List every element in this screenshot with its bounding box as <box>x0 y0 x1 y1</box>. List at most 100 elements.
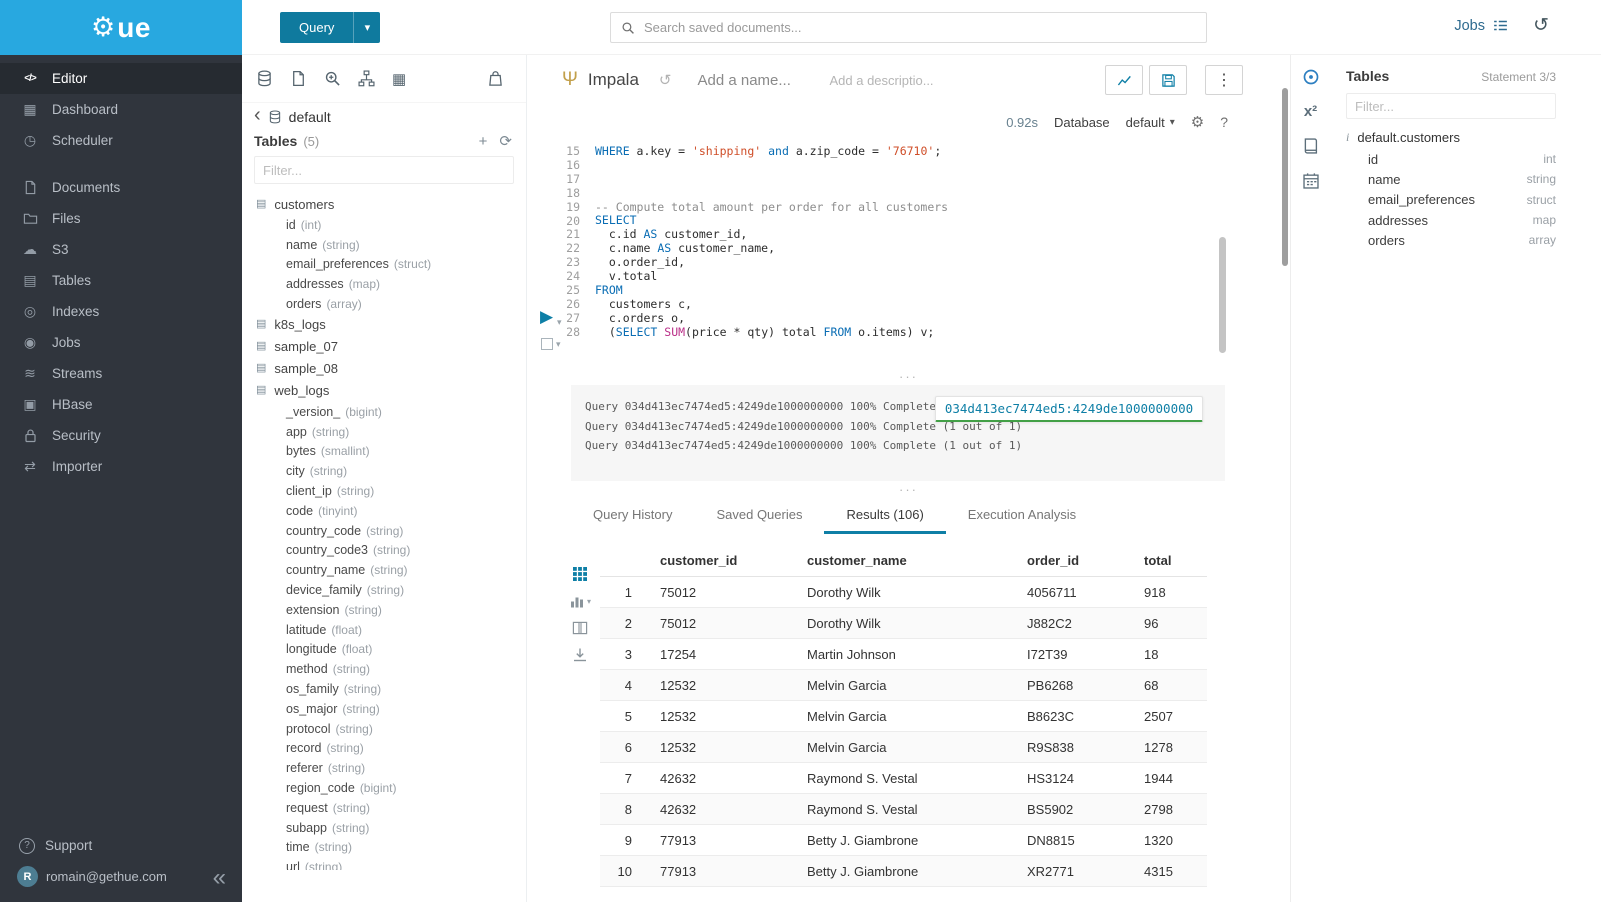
table-row[interactable]: 275012Dorothy WilkJ882C296 <box>600 608 1207 639</box>
sidebar-item-s3[interactable]: ☁S3 <box>0 234 242 265</box>
assist-column-row[interactable]: os_family(string) <box>256 679 526 699</box>
active-table-row[interactable]: i default.customers <box>1346 130 1556 145</box>
assist-column-row[interactable]: orders(array) <box>256 294 526 314</box>
panel-column-row[interactable]: idint <box>1346 149 1556 169</box>
database-selector[interactable]: default ▾ <box>1126 115 1175 130</box>
assist-column-row[interactable]: url(string) <box>256 857 526 870</box>
back-chevron-icon[interactable]: ‹ <box>254 105 261 125</box>
results-header-cell[interactable]: order_id <box>1015 553 1132 568</box>
assist-column-row[interactable]: request(string) <box>256 798 526 818</box>
sidebar-collapse-button[interactable]: « <box>213 866 226 890</box>
assist-column-row[interactable]: referer(string) <box>256 758 526 778</box>
save-button[interactable] <box>1149 65 1187 95</box>
assist-column-row[interactable]: extension(string) <box>256 600 526 620</box>
assist-column-row[interactable]: subapp(string) <box>256 818 526 838</box>
add-table-icon[interactable]: + <box>479 134 488 149</box>
sidebar-user[interactable]: R romain@gethue.com <box>0 861 242 892</box>
assist-table-row[interactable]: ▤web_logs <box>256 380 526 402</box>
chart-view-icon[interactable]: ▾ <box>569 593 591 609</box>
tab-query-history[interactable]: Query History <box>571 498 694 534</box>
query-description-input[interactable] <box>829 73 989 88</box>
collection-bag-icon[interactable] <box>487 70 504 87</box>
refresh-tables-icon[interactable]: ⟳ <box>499 134 512 149</box>
assist-filter[interactable] <box>254 156 514 184</box>
tab-saved-queries[interactable]: Saved Queries <box>694 498 824 534</box>
assist-column-row[interactable]: os_major(string) <box>256 699 526 719</box>
table-row[interactable]: 742632Raymond S. VestalHS31241944 <box>600 763 1207 794</box>
sidebar-item-hbase[interactable]: ▣HBase <box>0 389 242 420</box>
table-row[interactable]: 1077913Betty J. GiambroneXR27714315 <box>600 856 1207 887</box>
history-icon[interactable]: ↺ <box>1533 14 1549 37</box>
assist-column-row[interactable]: _version_(bigint) <box>256 402 526 422</box>
sidebar-item-indexes[interactable]: ◎Indexes <box>0 296 242 327</box>
right-panel-filter-input[interactable] <box>1355 99 1547 114</box>
more-actions-button[interactable]: ⋮ <box>1205 65 1243 95</box>
search-input[interactable] <box>644 20 1196 35</box>
assist-column-row[interactable]: addresses(map) <box>256 274 526 294</box>
assist-table-row[interactable]: ▤k8s_logs <box>256 314 526 336</box>
assistant-docs-icon[interactable] <box>1302 68 1320 86</box>
assist-column-row[interactable]: city(string) <box>256 461 526 481</box>
results-header-cell[interactable]: customer_id <box>648 553 795 568</box>
results-header-cell[interactable]: total <box>1132 553 1207 568</box>
sidebar-item-importer[interactable]: ⇄Importer <box>0 451 242 482</box>
language-reference-icon[interactable] <box>1302 137 1320 155</box>
main-scrollbar-thumb[interactable] <box>1282 88 1288 266</box>
execute-options-caret[interactable]: ▾ <box>557 317 562 328</box>
assist-column-row[interactable]: protocol(string) <box>256 719 526 739</box>
table-row[interactable]: 612532Melvin GarciaR9S8381278 <box>600 732 1207 763</box>
code-editor[interactable]: 1516171819202122232425262728 WHERE a.key… <box>527 141 1290 381</box>
hdfs-sitemap-icon[interactable] <box>358 70 375 87</box>
editor-scrollbar-thumb[interactable] <box>1219 237 1226 353</box>
assist-column-row[interactable]: latitude(float) <box>256 620 526 640</box>
resize-handle-bottom[interactable]: ··· <box>527 486 1290 494</box>
documents-source-icon[interactable] <box>290 70 307 87</box>
new-query-button-label[interactable]: Query <box>280 12 353 43</box>
panel-column-row[interactable]: namestring <box>1346 169 1556 189</box>
new-query-button[interactable]: Query ▾ <box>280 12 380 43</box>
sidebar-item-support[interactable]: ? Support <box>0 830 242 861</box>
database-source-icon[interactable] <box>256 70 273 87</box>
assist-column-row[interactable]: device_family(string) <box>256 580 526 600</box>
sidebar-item-security[interactable]: Security <box>0 420 242 451</box>
apps-grid-icon[interactable]: ▦ <box>392 70 406 88</box>
sidebar-item-editor[interactable]: </>Editor <box>0 63 242 94</box>
jobs-button[interactable]: Jobs <box>1454 17 1509 34</box>
assist-column-row[interactable]: app(string) <box>256 422 526 442</box>
table-row[interactable]: 317254Martin JohnsonI72T3918 <box>600 639 1207 670</box>
assist-column-row[interactable]: country_code(string) <box>256 521 526 541</box>
sidebar-item-documents[interactable]: Documents <box>0 172 242 203</box>
table-row[interactable]: 175012Dorothy Wilk4056711918 <box>600 577 1207 608</box>
schedule-icon[interactable] <box>1302 172 1320 190</box>
assist-table-row[interactable]: ▤sample_07 <box>256 336 526 358</box>
chart-button[interactable] <box>1105 65 1143 95</box>
sidebar-item-tables[interactable]: ▤Tables <box>0 265 242 296</box>
assist-table-row[interactable]: ▤customers <box>256 193 526 215</box>
sidebar-item-jobs[interactable]: ◉Jobs <box>0 327 242 358</box>
assist-column-row[interactable]: bytes(smallint) <box>256 442 526 462</box>
statement-options-button[interactable]: ▾ <box>541 338 561 350</box>
assist-column-row[interactable]: client_ip(string) <box>256 481 526 501</box>
assist-table-row[interactable]: ▤sample_08 <box>256 358 526 380</box>
assist-column-row[interactable]: id(int) <box>256 215 526 235</box>
tab-execution-analysis[interactable]: Execution Analysis <box>946 498 1098 534</box>
database-name[interactable]: default <box>289 109 331 125</box>
table-row[interactable]: 842632Raymond S. VestalBS59022798 <box>600 794 1207 825</box>
query-history-icon[interactable]: ↺ <box>659 71 672 89</box>
query-name-input[interactable] <box>697 72 807 89</box>
resize-handle-top[interactable]: ··· <box>527 373 1290 381</box>
help-icon[interactable]: ? <box>1220 114 1228 130</box>
execute-query-button[interactable]: ▶ <box>540 308 553 325</box>
settings-gear-icon[interactable]: ⚙ <box>1191 113 1204 131</box>
assist-column-row[interactable]: region_code(bigint) <box>256 778 526 798</box>
sidebar-item-dashboard[interactable]: ▦Dashboard <box>0 94 242 125</box>
results-header-cell[interactable]: customer_name <box>795 553 1015 568</box>
assist-column-row[interactable]: country_name(string) <box>256 560 526 580</box>
panel-column-row[interactable]: addressesmap <box>1346 210 1556 230</box>
query-id-tooltip[interactable]: 034d413ec7474ed5:4249de1000000000 <box>935 396 1203 422</box>
assist-column-row[interactable]: method(string) <box>256 659 526 679</box>
assist-filter-input[interactable] <box>263 163 505 178</box>
new-query-dropdown[interactable]: ▾ <box>353 12 380 43</box>
search-zoom-icon[interactable] <box>324 70 341 87</box>
table-row[interactable]: 977913Betty J. GiambroneDN88151320 <box>600 825 1207 856</box>
